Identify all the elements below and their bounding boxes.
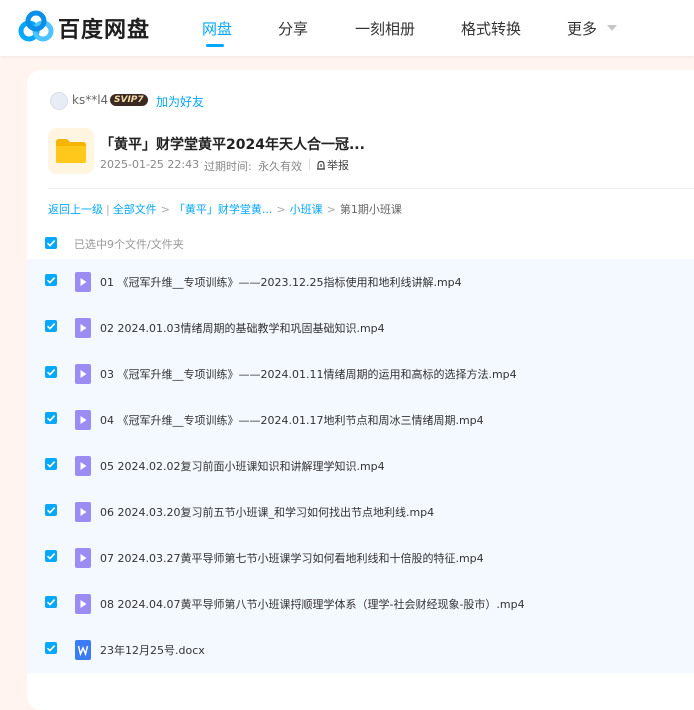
expire-value: 永久有效: [258, 160, 302, 173]
report-icon: [317, 160, 325, 170]
file-checkbox[interactable]: [45, 642, 57, 654]
file-name[interactable]: 08 2024.04.07黄平导师第八节小班课捋顺理学体系（理学-社会财经现象-…: [100, 596, 525, 612]
file-name[interactable]: 02 2024.01.03情绪周期的基础教学和巩固基础知识.mp4: [100, 320, 385, 336]
file-name[interactable]: 01 《冠军升维__专项训练》——2023.12.25指标使用和地利线讲解.mp…: [100, 274, 462, 290]
breadcrumb-current: 第1期小班课: [339, 203, 402, 216]
report-label: 举报: [327, 159, 349, 172]
section-divider: [48, 188, 694, 189]
breadcrumb-separator: >: [276, 203, 286, 216]
file-name[interactable]: 03 《冠军升维__专项训练》——2024.01.11情绪周期的运用和高标的选择…: [100, 366, 517, 382]
file-row[interactable]: 05 2024.02.02复习前面小班课知识和讲解理学知识.mp4: [27, 443, 694, 489]
checkmark-icon: [46, 507, 56, 514]
top-navigation-bar: 百度网盘 网盘 分享 一刻相册 格式转换 更多: [0, 0, 694, 56]
file-checkbox[interactable]: [45, 274, 57, 286]
nav-tab-netdisk[interactable]: 网盘: [202, 18, 232, 39]
nav-tab-format-convert[interactable]: 格式转换: [461, 18, 521, 39]
breadcrumb-separator: >: [160, 203, 170, 216]
file-list: 01 《冠军升维__专项训练》——2023.12.25指标使用和地利线讲解.mp…: [27, 259, 694, 673]
file-row[interactable]: 03 《冠军升维__专项训练》——2024.01.11情绪周期的运用和高标的选择…: [27, 351, 694, 397]
report-button[interactable]: 举报: [316, 157, 349, 173]
share-folder-thumbnail: [48, 128, 94, 174]
file-checkbox[interactable]: [45, 320, 57, 332]
nav-tab-album[interactable]: 一刻相册: [355, 18, 415, 39]
file-checkbox[interactable]: [45, 504, 57, 516]
word-file-icon: [75, 640, 91, 660]
file-name[interactable]: 05 2024.02.02复习前面小班课知识和讲解理学知识.mp4: [100, 458, 385, 474]
file-row[interactable]: 01 《冠军升维__专项训练》——2023.12.25指标使用和地利线讲解.mp…: [27, 259, 694, 305]
breadcrumb-item-all-files[interactable]: 全部文件: [113, 203, 157, 216]
video-file-icon: [75, 272, 91, 292]
share-date: 2025-01-25 22:43: [100, 158, 200, 171]
checkmark-icon: [46, 461, 56, 468]
file-row[interactable]: 04 《冠军升维__专项训练》——2024.01.17地利节点和周冰三情绪周期.…: [27, 397, 694, 443]
svip-badge: SVIP7: [110, 94, 148, 106]
divider: [309, 159, 310, 170]
add-friend-link[interactable]: 加为好友: [156, 93, 204, 110]
chevron-down-icon[interactable]: [607, 25, 617, 31]
nav-tab-share[interactable]: 分享: [278, 18, 308, 39]
select-all-checkbox[interactable]: [45, 237, 57, 249]
sharer-username[interactable]: ks**l4: [72, 93, 108, 107]
nav-tab-more[interactable]: 更多: [567, 18, 597, 39]
file-checkbox[interactable]: [45, 366, 57, 378]
file-checkbox[interactable]: [45, 596, 57, 608]
file-row[interactable]: 07 2024.03.27黄平导师第七节小班课学习如何看地利线和十倍股的特征.m…: [27, 535, 694, 581]
breadcrumb-separator: |: [106, 203, 110, 216]
breadcrumb-separator: >: [326, 203, 336, 216]
file-checkbox[interactable]: [45, 412, 57, 424]
checkmark-icon: [46, 277, 56, 284]
checkmark-icon: [46, 553, 56, 560]
file-row[interactable]: 06 2024.03.20复习前五节小班课_和学习如何找出节点地利线.mp4: [27, 489, 694, 535]
video-file-icon: [75, 502, 91, 522]
breadcrumb: 返回上一级 | 全部文件 > 「黄平」财学堂黄... > 小班课 > 第1期小班课: [48, 201, 402, 217]
avatar[interactable]: [50, 92, 68, 110]
file-checkbox[interactable]: [45, 550, 57, 562]
file-name[interactable]: 23年12月25号.docx: [100, 642, 205, 658]
video-file-icon: [75, 456, 91, 476]
checkmark-icon: [46, 323, 56, 330]
file-checkbox[interactable]: [45, 458, 57, 470]
checkmark-icon: [46, 240, 56, 247]
expire-label: 过期时间:: [204, 160, 252, 173]
baidu-netdisk-logo-icon[interactable]: [18, 10, 54, 44]
breadcrumb-item-class-folder[interactable]: 小班课: [290, 203, 323, 216]
video-file-icon: [75, 318, 91, 338]
checkmark-icon: [46, 645, 56, 652]
file-row[interactable]: 02 2024.01.03情绪周期的基础教学和巩固基础知识.mp4: [27, 305, 694, 351]
file-name[interactable]: 04 《冠军升维__专项训练》——2024.01.17地利节点和周冰三情绪周期.…: [100, 412, 484, 428]
video-file-icon: [75, 548, 91, 568]
share-title: 「黄平」财学堂黄平2024年天人合一冠...: [100, 137, 365, 153]
brand-name[interactable]: 百度网盘: [58, 12, 150, 44]
file-name[interactable]: 06 2024.03.20复习前五节小班课_和学习如何找出节点地利线.mp4: [100, 504, 434, 520]
checkmark-icon: [46, 369, 56, 376]
breadcrumb-back-link[interactable]: 返回上一级: [48, 203, 103, 216]
file-row[interactable]: 23年12月25号.docx: [27, 627, 694, 673]
selection-count-label: 已选中9个文件/文件夹: [74, 238, 184, 251]
video-file-icon: [75, 594, 91, 614]
active-tab-indicator: [206, 44, 224, 47]
folder-icon: [56, 139, 86, 163]
video-file-icon: [75, 410, 91, 430]
file-name[interactable]: 07 2024.03.27黄平导师第七节小班课学习如何看地利线和十倍股的特征.m…: [100, 550, 484, 566]
file-row[interactable]: 08 2024.04.07黄平导师第八节小班课捋顺理学体系（理学-社会财经现象-…: [27, 581, 694, 627]
video-file-icon: [75, 364, 91, 384]
breadcrumb-item-share-folder[interactable]: 「黄平」财学堂黄...: [174, 203, 273, 216]
checkmark-icon: [46, 415, 56, 422]
checkmark-icon: [46, 599, 56, 606]
